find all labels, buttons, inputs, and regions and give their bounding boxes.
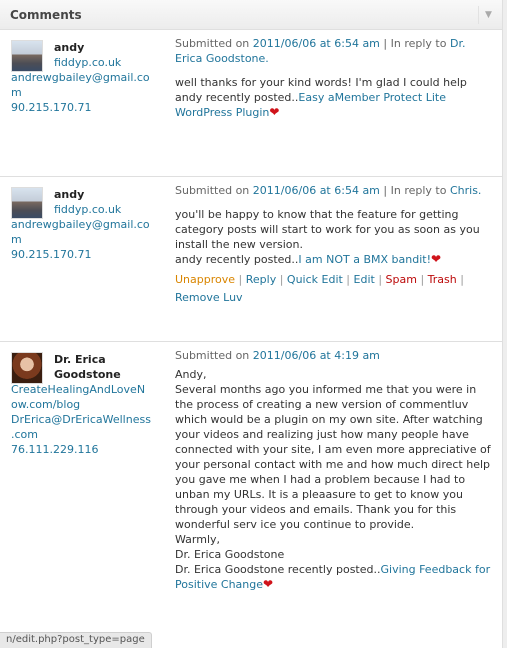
- comment-item: Dr. Erica Goodstone CreateHealingAndLoveN…: [0, 342, 502, 642]
- comment-greeting: Andy,: [175, 368, 207, 381]
- author-site-link[interactable]: fiddyp.co.uk: [54, 55, 121, 70]
- avatar: [11, 352, 43, 384]
- heart-icon[interactable]: ❤: [431, 252, 441, 267]
- scrollbar[interactable]: [503, 0, 507, 648]
- commentluv-link[interactable]: I am NOT a BMX bandit!: [298, 253, 431, 266]
- comment-meta: Submitted on 2011/06/06 at 4:19 am: [175, 349, 380, 362]
- comment-item: andy fiddyp.co.uk andrewgbailey@gmail.co…: [0, 30, 502, 177]
- spam-link[interactable]: Spam: [386, 273, 417, 286]
- reply-link[interactable]: Reply: [246, 273, 276, 286]
- author-ip-link[interactable]: 90.215.170.71: [11, 100, 161, 115]
- author-site-link[interactable]: fiddyp.co.uk: [54, 202, 121, 217]
- comment-date-link[interactable]: 2011/06/06 at 6:54 am: [253, 37, 380, 50]
- triangle-down-icon[interactable]: ▼: [478, 6, 498, 24]
- author-ip-link[interactable]: 90.215.170.71: [11, 247, 161, 262]
- author-name: Dr. Erica Goodstone: [54, 353, 121, 381]
- comment-signature: Dr. Erica Goodstone: [175, 548, 285, 561]
- author-email-link[interactable]: andrewgbailey@gmail.co m: [11, 70, 161, 100]
- author-site-link[interactable]: CreateHealingAndLoveN ow.com/blog: [11, 382, 161, 412]
- avatar: [11, 187, 43, 219]
- remove-luv-link[interactable]: Remove Luv: [175, 291, 243, 304]
- comment-date-link[interactable]: 2011/06/06 at 4:19 am: [253, 349, 380, 362]
- comment-body: Submitted on 2011/06/06 at 6:54 am | In …: [175, 183, 493, 307]
- comment-date-link[interactable]: 2011/06/06 at 6:54 am: [253, 184, 380, 197]
- author-email-link[interactable]: andrewgbailey@gmail.co m: [11, 217, 161, 247]
- comment-body: Submitted on 2011/06/06 at 6:54 am | In …: [175, 36, 493, 120]
- author-ip-link[interactable]: 76.111.229.116: [11, 442, 161, 457]
- avatar: [11, 40, 43, 72]
- author-name: andy: [54, 41, 85, 54]
- author-email-link[interactable]: DrErica@DrEricaWellness .com: [11, 412, 161, 442]
- browser-status-bar: n/edit.php?post_type=page: [0, 632, 152, 648]
- in-reply-to-link[interactable]: Chris.: [450, 184, 481, 197]
- comment-meta: Submitted on 2011/06/06 at 6:54 am | In …: [175, 184, 482, 197]
- comment-item: andy fiddyp.co.uk andrewgbailey@gmail.co…: [0, 177, 502, 342]
- commentluv-line: andy recently posted..Easy aMember Prote…: [175, 91, 446, 120]
- heart-icon[interactable]: ❤: [263, 577, 273, 592]
- comment-text: Several months ago you informed me that …: [175, 383, 491, 531]
- comment-text: you'll be happy to know that the feature…: [175, 208, 480, 251]
- widget-title: Comments: [10, 8, 82, 22]
- widget-header[interactable]: Comments ▼: [0, 0, 502, 30]
- comments-widget: Comments ▼ andy fiddyp.co.uk andrewgbail…: [0, 0, 503, 648]
- comment-body: Submitted on 2011/06/06 at 4:19 am Andy,…: [175, 348, 493, 592]
- author-name: andy: [54, 188, 85, 201]
- comment-row-actions: Unapprove | Reply | Quick Edit | Edit | …: [175, 273, 464, 304]
- comment-closing: Warmly,: [175, 533, 221, 546]
- commentluv-line: andy recently posted..I am NOT a BMX ban…: [175, 252, 442, 267]
- trash-link[interactable]: Trash: [428, 273, 457, 286]
- comment-meta: Submitted on 2011/06/06 at 6:54 am | In …: [175, 37, 466, 65]
- comment-text: well thanks for your kind words! I'm gla…: [175, 76, 467, 89]
- heart-icon[interactable]: ❤: [269, 105, 279, 120]
- commentluv-line: Dr. Erica Goodstone recently posted..Giv…: [175, 563, 491, 592]
- edit-link[interactable]: Edit: [354, 273, 375, 286]
- quick-edit-link[interactable]: Quick Edit: [287, 273, 343, 286]
- unapprove-link[interactable]: Unapprove: [175, 273, 235, 286]
